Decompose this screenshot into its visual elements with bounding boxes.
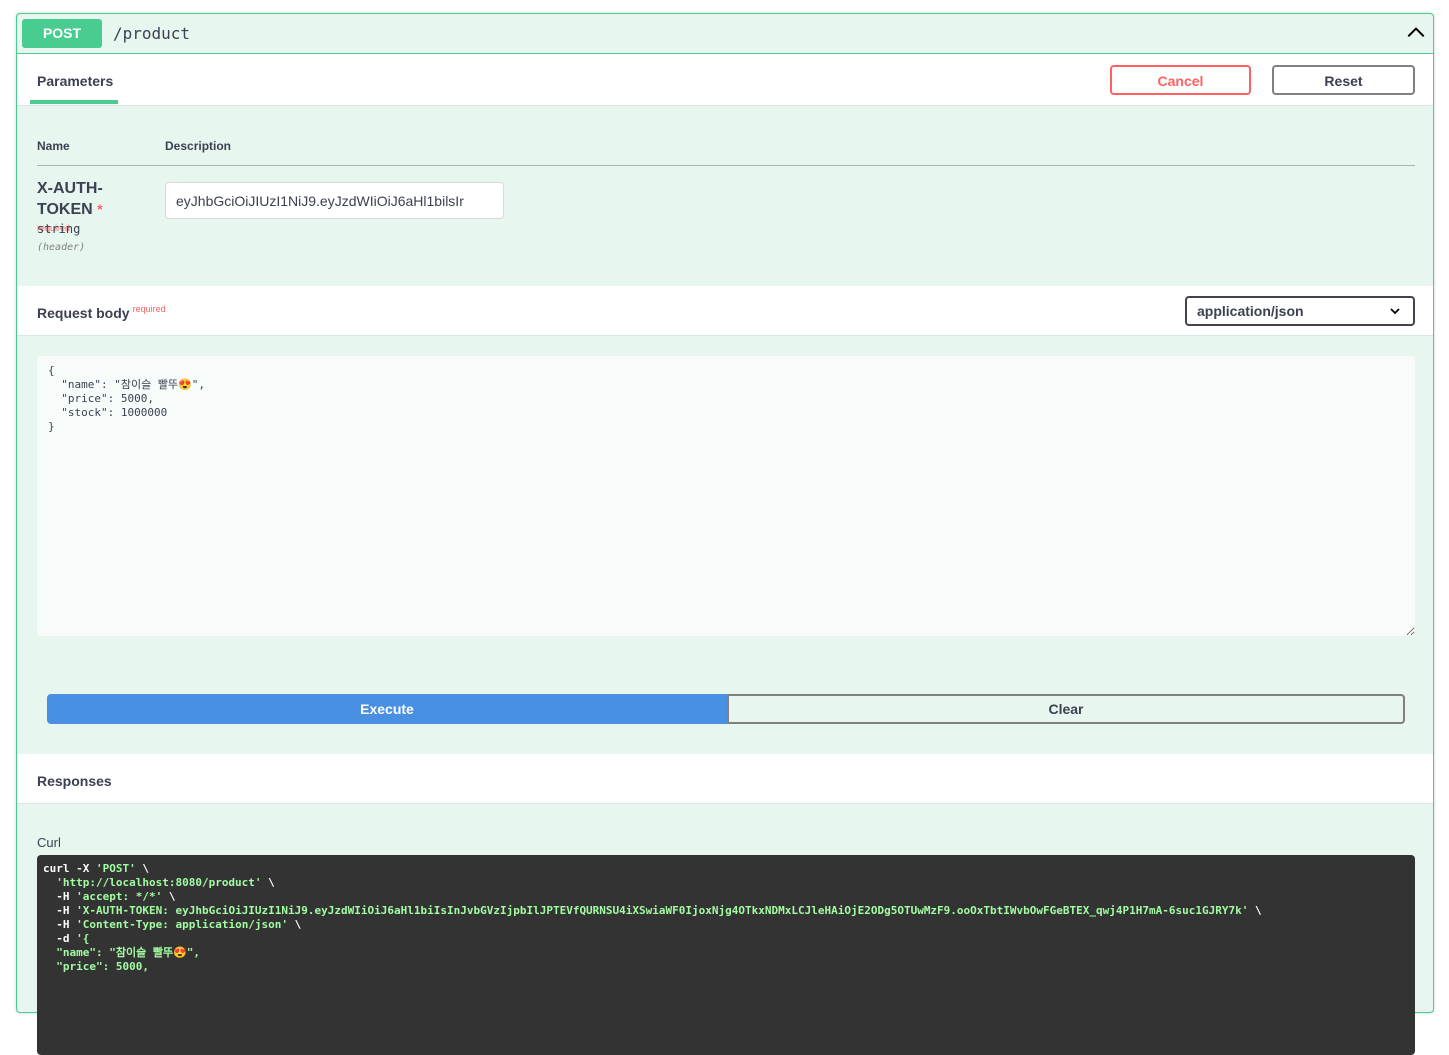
- responses-header: Responses: [17, 754, 1433, 804]
- request-body-title: Request body required: [37, 304, 166, 321]
- responses-title: Responses: [37, 773, 112, 789]
- curl-line-string: 'X-AUTH-TOKEN: eyJhbGciOiJIUzI1NiJ9.eyJz…: [76, 904, 1249, 917]
- curl-line-string: "name": "참이슬 빨뚜😍",: [56, 946, 201, 959]
- curl-line-tail: \: [162, 890, 176, 903]
- curl-line: -H 'accept: */*' \: [43, 890, 1409, 904]
- curl-line-string: 'accept: */*': [76, 890, 163, 903]
- curl-line: -H 'Content-Type: application/json' \: [43, 918, 1409, 932]
- curl-line-string: 'Content-Type: application/json': [76, 918, 289, 931]
- request-body-label: Request body: [37, 305, 130, 321]
- curl-line-string: '{: [76, 932, 90, 945]
- curl-line-tail: \: [1248, 904, 1262, 917]
- cancel-button[interactable]: Cancel: [1110, 65, 1251, 95]
- content-type-select[interactable]: application/json: [1185, 296, 1415, 326]
- curl-line: "name": "참이슬 빨뚜😍",: [43, 946, 1409, 960]
- table-header-divider: [37, 165, 1415, 166]
- curl-line: -H 'X-AUTH-TOKEN: eyJhbGciOiJIUzI1NiJ9.e…: [43, 904, 1409, 918]
- curl-line-tail: \: [135, 862, 149, 875]
- curl-line-string: "price": 5000,: [56, 960, 149, 973]
- curl-command-block[interactable]: curl -X 'POST' \ 'http://localhost:8080/…: [37, 855, 1415, 1055]
- parameters-tab-bar: Parameters Cancel Reset: [17, 54, 1433, 106]
- curl-line-tail: \: [288, 918, 302, 931]
- column-header-name: Name: [37, 139, 70, 153]
- curl-line: -d '{: [43, 932, 1409, 946]
- tab-parameters[interactable]: Parameters: [37, 73, 113, 89]
- chevron-down-icon: [1390, 308, 1400, 315]
- column-header-description: Description: [165, 139, 232, 153]
- curl-line-tail: \: [261, 876, 275, 889]
- operation-block-post-product: POST /product Parameters Cancel Reset Na…: [16, 13, 1434, 1055]
- curl-line-plain: -H: [43, 904, 77, 917]
- parameter-type: string: [37, 222, 81, 236]
- curl-line-plain: -H: [43, 890, 77, 903]
- content-type-value: application/json: [1197, 303, 1304, 319]
- execute-button-group: Execute Clear: [47, 694, 1405, 724]
- clear-button[interactable]: Clear: [727, 694, 1405, 724]
- curl-label: Curl: [37, 835, 61, 850]
- chevron-up-icon[interactable]: [1405, 22, 1427, 44]
- curl-line: 'http://localhost:8080/product' \: [43, 876, 1409, 890]
- execute-button[interactable]: Execute: [47, 694, 727, 724]
- curl-line-plain: [43, 946, 56, 959]
- curl-line-plain: [43, 876, 56, 889]
- parameter-name-line1: X-AUTH-: [37, 180, 103, 197]
- http-method-badge: POST: [22, 19, 102, 48]
- curl-line-string: 'POST': [95, 862, 136, 875]
- endpoint-path: /product: [113, 24, 191, 43]
- request-body-required-label: required: [132, 304, 166, 314]
- curl-line-plain: [43, 960, 56, 973]
- x-auth-token-input[interactable]: [165, 182, 504, 219]
- curl-line: curl -X 'POST' \: [43, 862, 1409, 876]
- required-star: *: [97, 201, 103, 217]
- request-body-editor[interactable]: { "name": "참이슬 빨뚜😍", "price": 5000, "sto…: [37, 356, 1415, 636]
- operation-summary[interactable]: POST /product: [17, 14, 1433, 54]
- curl-line-string: 'http://localhost:8080/product': [56, 876, 262, 889]
- curl-line: "price": 5000,: [43, 960, 1409, 974]
- curl-line-plain: -d: [43, 932, 77, 945]
- reset-button[interactable]: Reset: [1272, 65, 1415, 95]
- parameter-location: (header): [37, 242, 86, 253]
- request-body-header: Request body required application/json: [17, 286, 1433, 336]
- tab-active-underline: [30, 100, 118, 104]
- parameter-name-line2: TOKEN: [37, 201, 93, 218]
- curl-line-plain: -H: [43, 918, 77, 931]
- curl-line-plain: curl -X: [43, 862, 96, 875]
